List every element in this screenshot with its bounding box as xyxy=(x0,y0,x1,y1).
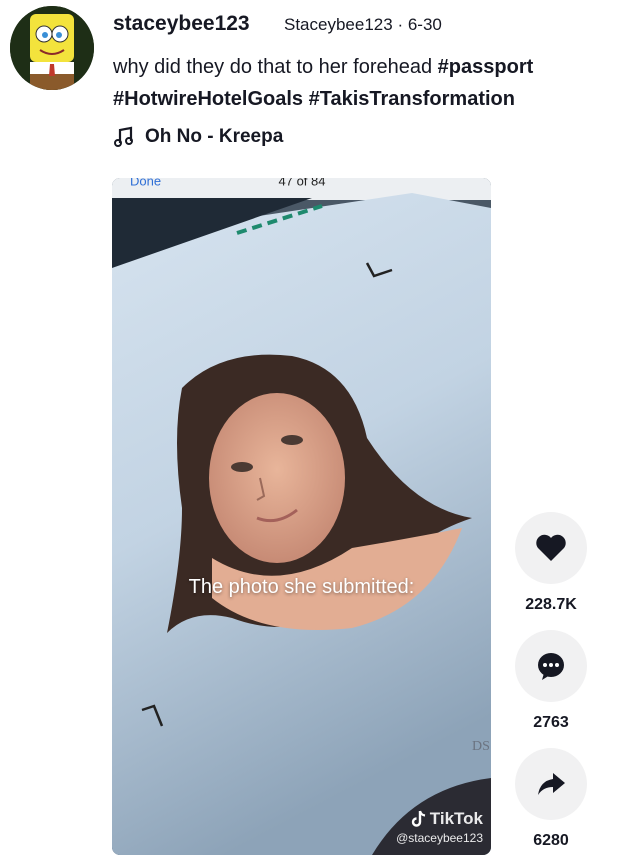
hashtag-passport[interactable]: #passport xyxy=(438,56,534,78)
comment-button[interactable] xyxy=(515,630,587,702)
spongebob-avatar-image xyxy=(10,6,94,90)
like-button[interactable] xyxy=(515,512,587,584)
music-note-icon xyxy=(114,126,133,147)
music-link[interactable]: Oh No - Kreepa xyxy=(113,126,283,148)
watermark-handle: @staceybee123 xyxy=(396,831,483,845)
share-button[interactable] xyxy=(515,748,587,820)
document-corner-text: DS xyxy=(472,739,490,754)
comment-count: 2763 xyxy=(533,714,569,731)
like-count: 228.7K xyxy=(525,596,577,613)
share-count: 6280 xyxy=(533,832,569,849)
done-label: Done xyxy=(130,178,161,188)
video-caption-overlay: The photo she submitted: xyxy=(188,576,415,598)
video-frame-image: DS Done 47 of 84 xyxy=(112,178,491,855)
video-player[interactable]: DS Done 47 of 84 The photo she submitted… xyxy=(112,178,491,855)
nickname-date: Staceybee123 · 6-30 xyxy=(284,15,442,35)
nickname: Staceybee123 xyxy=(284,15,393,34)
tiktok-watermark: TikTok @staceybee123 xyxy=(396,809,483,845)
hashtag-hotwirehotelgoals[interactable]: #HotwireHotelGoals xyxy=(113,88,303,110)
page-counter: 47 of 84 xyxy=(279,178,326,188)
avatar[interactable] xyxy=(10,6,94,90)
tiktok-logo-icon xyxy=(411,810,425,827)
comment-bubble-icon xyxy=(538,653,564,680)
caption-text: why did they do that to her forehead xyxy=(113,56,433,78)
username[interactable]: staceybee123 xyxy=(113,12,250,36)
separator: · xyxy=(397,15,404,34)
post-date: 6-30 xyxy=(407,15,442,34)
post-caption: why did they do that to her forehead #pa… xyxy=(113,51,613,115)
music-title: Oh No - Kreepa xyxy=(145,126,284,147)
watermark-brand: TikTok xyxy=(429,809,483,828)
heart-icon xyxy=(536,534,566,561)
share-arrow-icon xyxy=(538,773,565,795)
hashtag-takistransformation[interactable]: #TakisTransformation xyxy=(309,88,515,110)
